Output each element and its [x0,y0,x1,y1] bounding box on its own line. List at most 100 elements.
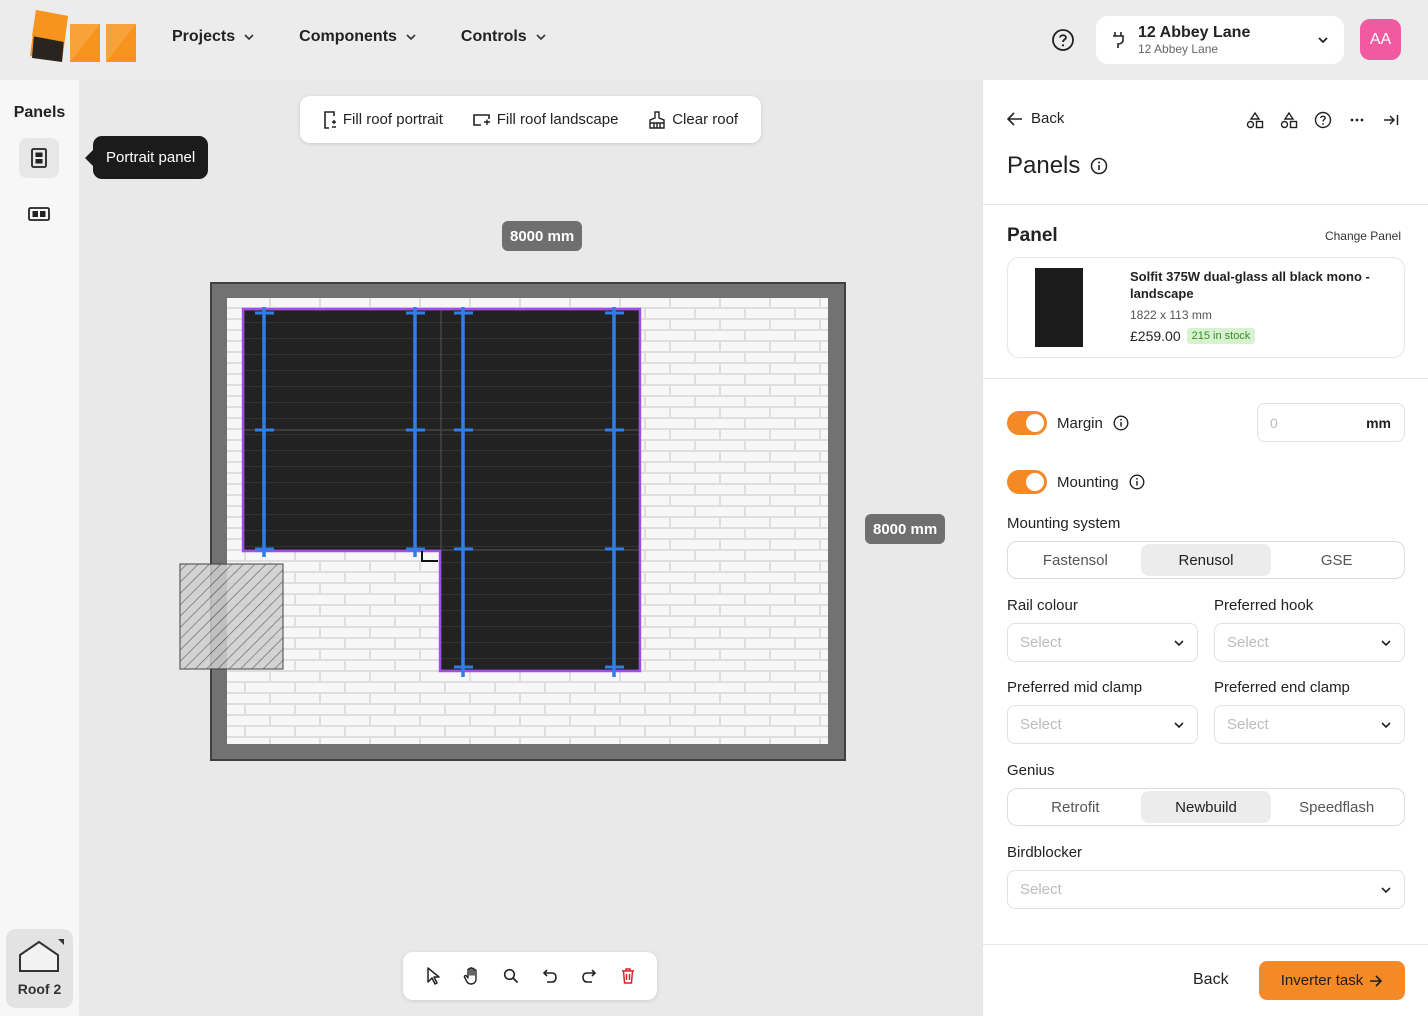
preferred-hook-select[interactable]: Select [1214,623,1405,662]
address-subtitle: 12 Abbey Lane [1138,42,1219,56]
fill-roof-portrait-label: Fill roof portrait [342,111,443,128]
select-tool[interactable] [419,962,447,990]
panel-section-heading: Panel [1007,225,1058,246]
trash-icon [621,968,634,984]
chevron-down-icon [1174,721,1184,728]
mounting-system-selector: Fastensol Renusol GSE [1007,541,1405,579]
undo-icon [542,969,557,983]
portrait-panel-icon [31,148,47,168]
genius-selector: Retrofit Newbuild Speedflash [1007,788,1405,826]
panel-name: Solfit 375W dual-glass all black mono - … [1130,269,1370,301]
pan-tool[interactable] [458,962,486,990]
roof-canvas[interactable] [170,275,860,775]
sidebar-help-button[interactable] [1313,110,1333,130]
portrait-panel-button[interactable] [19,138,59,178]
more-options-button[interactable] [1347,110,1367,130]
chevron-down-icon [1174,639,1184,646]
roof-label: Roof 2 [17,981,62,997]
plug-icon [1113,32,1124,48]
chevron-down-icon [1381,639,1391,646]
help-icon[interactable] [1050,27,1076,53]
fill-toolbar: Fill roof portrait Fill roof landscape C… [300,96,761,143]
margin-row: Margin [1007,411,1129,435]
shapes-icon [1246,111,1264,129]
solar-panel[interactable] [243,429,442,551]
margin-input[interactable]: 0 mm [1257,403,1405,442]
divider [983,944,1428,945]
portrait-fill-icon [324,110,336,129]
mounting-option-fastensol[interactable]: Fastensol [1010,544,1141,576]
nav-projects-label: Projects [172,28,236,45]
mounting-option-gse[interactable]: GSE [1271,544,1402,576]
undo-button[interactable] [536,962,564,990]
nav-components[interactable]: Components [299,28,417,46]
solar-panel[interactable] [440,549,640,671]
genius-option-newbuild[interactable]: Newbuild [1140,791,1272,823]
genius-option-retrofit[interactable]: Retrofit [1010,791,1141,823]
left-rail: Panels Roof 2 [0,80,79,1016]
user-avatar[interactable]: AA [1360,19,1401,60]
solar-panel[interactable] [440,309,640,431]
back-link[interactable]: Back [1007,110,1064,127]
back-label: Back [1031,110,1065,127]
rail-colour-placeholder: Select [1020,634,1062,651]
brush-icon [649,110,665,129]
fill-roof-landscape-button[interactable]: Fill roof landscape [472,111,619,128]
birdblocker-select[interactable]: Select [1007,870,1405,909]
landscape-panel-button[interactable] [19,194,59,234]
chevron-down-icon [1318,37,1328,44]
nav-projects[interactable]: Projects [172,28,255,46]
redo-button[interactable] [575,962,603,990]
collapse-sidebar-button[interactable] [1381,110,1401,130]
nav-components-label: Components [299,28,397,45]
mounting-option-renusol[interactable]: Renusol [1140,544,1272,576]
shapes-alt-button[interactable] [1279,110,1299,130]
sidebar-actions [1245,110,1401,130]
sidebar-title-row: Panels [1007,152,1108,180]
chevron-down-icon [1381,886,1391,893]
portrait-panel-tooltip: Portrait panel [84,136,209,179]
fill-roof-landscape-label: Fill roof landscape [496,111,619,128]
clear-roof-label: Clear roof [672,111,739,128]
sidebar-title: Panels [1007,152,1081,179]
solar-panel[interactable] [440,429,640,551]
change-panel-link[interactable]: Change Panel [1325,229,1401,243]
roof-height-label: 8000 mm [865,514,946,544]
genius-option-speedflash[interactable]: Speedflash [1271,791,1402,823]
margin-toggle[interactable] [1007,411,1047,435]
chevron-down-icon [536,34,546,41]
info-icon[interactable] [1129,474,1145,490]
selected-panel-card: Solfit 375W dual-glass all black mono - … [1007,257,1405,358]
zoom-tool[interactable] [497,962,525,990]
canvas-toolbar [403,952,657,1000]
panel-price: £259.00 [1130,328,1181,344]
end-clamp-select[interactable]: Select [1214,705,1405,744]
delete-button[interactable] [614,962,642,990]
mounting-toggle[interactable] [1007,470,1047,494]
zoom-icon [503,968,518,984]
project-address-selector[interactable]: 12 Abbey Lane 12 Abbey Lane [1096,16,1344,64]
fill-roof-portrait-button[interactable]: Fill roof portrait [323,110,443,129]
end-clamp-placeholder: Select [1227,716,1269,733]
inverter-task-button[interactable]: Inverter task [1259,961,1405,1000]
nav-controls[interactable]: Controls [461,28,547,46]
obstruction[interactable] [179,563,284,670]
clear-roof-button[interactable]: Clear roof [648,110,739,129]
solar-panel[interactable] [243,309,442,431]
footer-back-button[interactable]: Back [1193,971,1229,989]
app-logo[interactable] [30,8,138,64]
mounting-system-label: Mounting system [1007,515,1121,532]
mid-clamp-placeholder: Select [1020,716,1062,733]
info-icon[interactable] [1113,415,1129,431]
mounting-label: Mounting [1057,473,1119,491]
mid-clamp-select[interactable]: Select [1007,705,1198,744]
shapes-button[interactable] [1245,110,1265,130]
more-horizontal-icon [1350,118,1364,122]
roof-selector[interactable]: Roof 2 [6,929,73,1008]
rail-colour-select[interactable]: Select [1007,623,1198,662]
address-title: 12 Abbey Lane [1138,24,1251,41]
margin-unit: mm [1366,414,1391,431]
info-icon[interactable] [1090,157,1108,175]
panels-sidebar: Back Panels Panel Change Panel Solfit 37… [982,80,1428,1016]
birdblocker-label: Birdblocker [1007,844,1083,861]
